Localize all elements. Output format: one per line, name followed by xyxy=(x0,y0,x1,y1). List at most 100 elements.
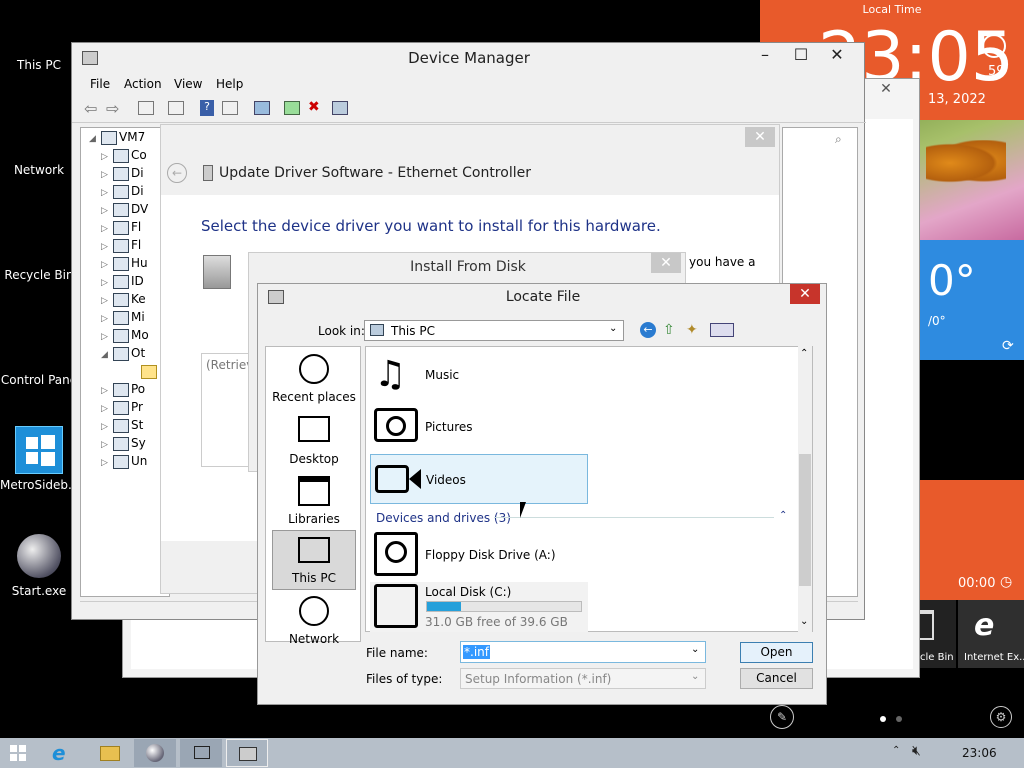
page-dot[interactable] xyxy=(896,716,902,722)
search-icon[interactable]: ⌕ xyxy=(835,132,842,147)
place-recent-places[interactable]: Recent places xyxy=(272,350,356,408)
view-icon[interactable] xyxy=(222,101,238,115)
place-libraries[interactable]: Libraries xyxy=(272,472,356,530)
scrollbar[interactable]: ⌃ ⌄ xyxy=(798,346,812,632)
tree-item[interactable]: ◢ Ot xyxy=(101,344,145,362)
list-item-floppy[interactable]: Floppy Disk Drive (A:) xyxy=(370,528,588,578)
back-icon[interactable]: ← xyxy=(640,322,656,338)
menu-view[interactable]: View xyxy=(174,77,202,91)
file-name-input[interactable]: *.inf ⌄ xyxy=(460,641,706,663)
device-category-icon xyxy=(113,382,129,397)
internet-explorer-icon[interactable]: e xyxy=(52,741,66,765)
place-this-pc[interactable]: This PC xyxy=(272,530,356,590)
show-hidden-icons-chevron[interactable]: ⌃ xyxy=(892,745,900,756)
enable-device-icon[interactable] xyxy=(332,101,348,115)
tree-item[interactable]: ▷ St xyxy=(101,416,143,434)
tree-item[interactable]: ▷ Hu xyxy=(101,254,148,272)
cancel-button[interactable]: Cancel xyxy=(740,668,813,689)
tree-item-label: Di xyxy=(131,166,144,180)
item-label: Floppy Disk Drive (A:) xyxy=(425,548,556,562)
tree-item[interactable]: ▷ ID xyxy=(101,272,144,290)
files-of-type-label: Files of type: xyxy=(366,672,443,686)
taskbar-clock[interactable]: 23:06 xyxy=(962,746,997,760)
tree-item[interactable]: ▷ Ke xyxy=(101,290,146,308)
drives-group-header[interactable]: Devices and drives (3) xyxy=(376,511,511,525)
files-of-type-select[interactable]: Setup Information (*.inf) ⌄ xyxy=(460,668,706,689)
view-menu-icon[interactable] xyxy=(710,323,734,337)
help-icon[interactable]: ? xyxy=(200,100,214,116)
tree-item[interactable]: ▷ Po xyxy=(101,380,145,398)
place-desktop[interactable]: Desktop xyxy=(272,412,356,470)
scroll-down-icon[interactable]: ⌄ xyxy=(800,616,808,627)
tree-item[interactable]: ▷ Fl xyxy=(101,236,141,254)
device-category-icon xyxy=(113,346,129,361)
desktop-icon-metrosidebar[interactable]: MetroSideb... xyxy=(0,426,79,492)
close-button[interactable]: ✕ xyxy=(822,45,852,65)
tree-item[interactable]: ▷ Co xyxy=(101,146,147,164)
guitar-icon: ♫ xyxy=(374,354,407,395)
tree-item[interactable]: ▷ Mo xyxy=(101,326,149,344)
tree-item[interactable]: ▷ Di xyxy=(101,182,144,200)
close-button[interactable]: ✕ xyxy=(790,284,820,304)
list-item-videos[interactable]: Videos xyxy=(370,454,588,504)
open-button[interactable]: Open xyxy=(740,642,813,663)
tree-root[interactable]: ◢ VM7 xyxy=(89,128,145,146)
menu-file[interactable]: File xyxy=(90,77,110,91)
back-arrow-icon[interactable]: ⇦ xyxy=(84,99,97,118)
speaker-muted-icon[interactable]: 🔇︎ xyxy=(912,743,921,759)
scroll-thumb[interactable] xyxy=(799,454,811,586)
update-driver-icon[interactable] xyxy=(284,101,300,115)
menu-action[interactable]: Action xyxy=(124,77,162,91)
desktop-icon-network[interactable]: Network xyxy=(0,163,78,177)
page-dot-active[interactable] xyxy=(880,716,886,722)
start-windows-icon[interactable] xyxy=(10,745,26,761)
expand-arrow-icon[interactable]: ▷ xyxy=(101,454,113,472)
settings-gear-icon[interactable]: ⚙ xyxy=(990,706,1012,728)
scan-hardware-icon[interactable] xyxy=(254,101,270,115)
close-button[interactable]: ✕ xyxy=(745,127,775,147)
desktop-icon-control-panel[interactable]: Control Pane xyxy=(0,373,78,387)
place-network[interactable]: Network xyxy=(272,592,356,650)
taskbar-keyboard[interactable] xyxy=(180,739,222,767)
new-folder-icon[interactable]: ✦ xyxy=(686,322,698,338)
tree-item[interactable]: ▷ DV xyxy=(101,200,148,218)
tree-item[interactable]: ▷ Sy xyxy=(101,434,146,452)
desktop-icon-recycle-bin[interactable]: Recycle Bin xyxy=(0,268,78,282)
list-icon[interactable] xyxy=(168,101,184,115)
refresh-icon[interactable]: ⟳ xyxy=(1002,338,1014,354)
menu-help[interactable]: Help xyxy=(216,77,243,91)
list-item-local-disk[interactable]: Local Disk (C:) 31.0 GB free of 39.6 GB xyxy=(370,582,588,632)
back-arrow-icon[interactable]: ← xyxy=(167,163,187,183)
tree-item[interactable]: ▷ Mi xyxy=(101,308,145,326)
properties-icon[interactable] xyxy=(138,101,154,115)
look-in-select[interactable]: This PC ⌄ xyxy=(364,320,624,341)
list-item-music[interactable]: ♫ Music xyxy=(370,350,588,400)
tree-item-label: Mo xyxy=(131,328,149,342)
taskbar-device-manager[interactable] xyxy=(226,739,268,767)
desktop-icon-this-pc[interactable]: This PC xyxy=(0,58,78,72)
taskbar-start-exe[interactable] xyxy=(134,739,176,767)
tree-item[interactable]: ▷ Di xyxy=(101,164,144,182)
desktop-icon-start-exe[interactable]: Start.exe xyxy=(0,534,78,598)
up-folder-icon[interactable]: ⇧ xyxy=(663,322,675,338)
file-explorer-icon[interactable] xyxy=(100,746,120,761)
expanded-arrow-icon[interactable]: ◢ xyxy=(101,346,113,364)
close-button[interactable]: ✕ xyxy=(651,253,681,273)
item-label: Videos xyxy=(426,473,466,487)
tree-item[interactable]: ▷ Pr xyxy=(101,398,143,416)
edit-icon[interactable]: ✎ xyxy=(770,705,794,729)
tree-item[interactable] xyxy=(129,362,159,380)
forward-arrow-icon[interactable]: ⇨ xyxy=(106,99,119,118)
collapse-chevron-icon[interactable]: ⌃ xyxy=(779,510,787,521)
tree-item[interactable]: ▷ Fl xyxy=(101,218,141,236)
minimize-button[interactable]: – xyxy=(750,45,780,65)
tree-item[interactable]: ▷ Un xyxy=(101,452,147,470)
list-item-pictures[interactable]: Pictures xyxy=(370,402,588,452)
chevron-down-icon[interactable]: ⌄ xyxy=(691,644,699,655)
close-icon[interactable]: ✕ xyxy=(871,81,901,101)
scroll-up-icon[interactable]: ⌃ xyxy=(800,348,808,359)
uninstall-icon[interactable]: ✖ xyxy=(308,99,320,115)
device-icon xyxy=(203,165,213,181)
ie-tile[interactable]: e Internet Ex... xyxy=(958,600,1024,668)
maximize-button[interactable]: ☐ xyxy=(786,45,816,65)
